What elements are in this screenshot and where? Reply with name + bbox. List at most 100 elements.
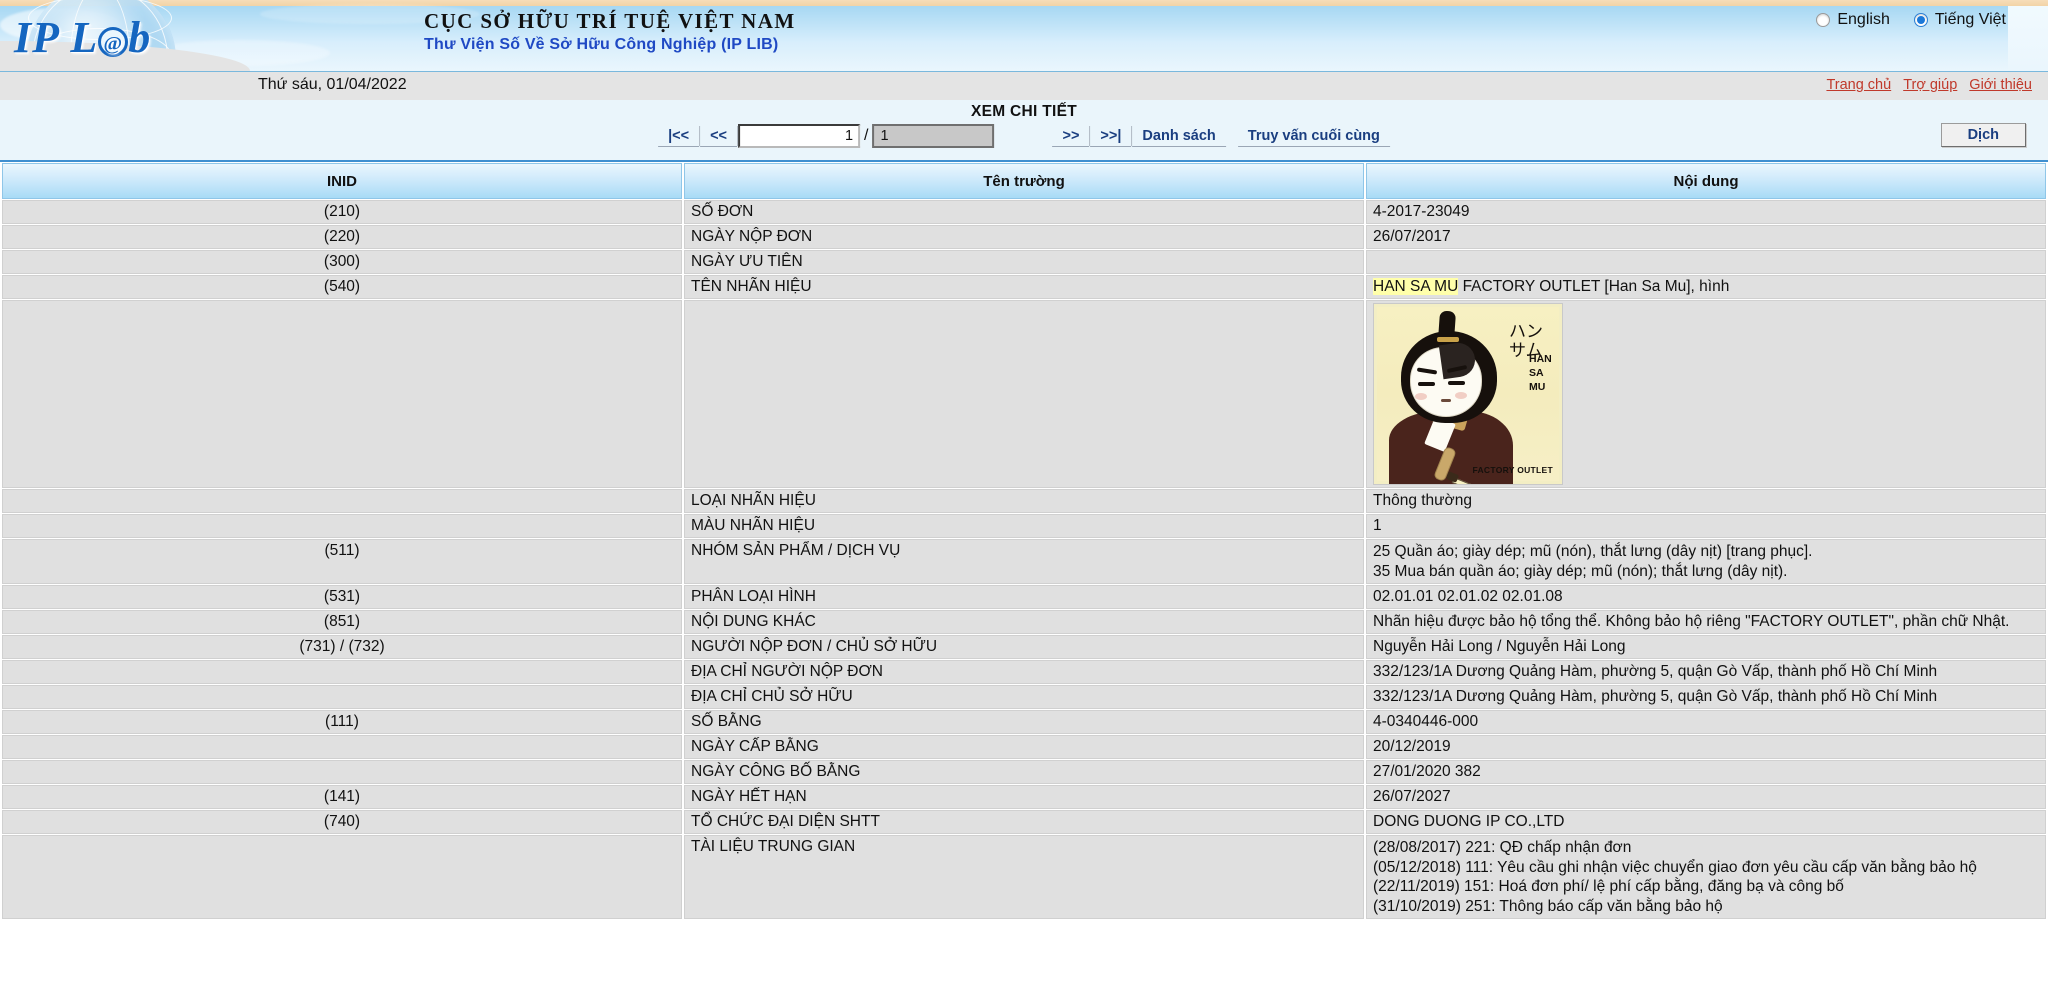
cell-inid: (531)	[2, 585, 682, 609]
content-line: (31/10/2019) 251: Thông báo cấp văn bằng…	[1373, 897, 2039, 917]
cell-inid	[2, 660, 682, 684]
cell-inid: (740)	[2, 810, 682, 834]
page-separator: /	[860, 127, 872, 145]
table-row: (851)NỘI DUNG KHÁCNhãn hiệu được bảo hộ …	[2, 610, 2046, 634]
at-symbol-icon: @	[98, 27, 128, 57]
language-option-vietnamese[interactable]: Tiếng Việt	[1914, 11, 2006, 29]
table-row: (210)SỐ ĐƠN4-2017-23049	[2, 200, 2046, 224]
cell-field-name: NỘI DUNG KHÁC	[684, 610, 1364, 634]
column-header-content: Nội dung	[1366, 163, 2046, 199]
cell-content: DONG DUONG IP CO.,LTD	[1366, 810, 2046, 834]
cell-content: 4-0340446-000	[1366, 710, 2046, 734]
nav-link-home[interactable]: Trang chủ	[1826, 77, 1891, 93]
table-row: (220)NGÀY NỘP ĐƠN26/07/2017	[2, 225, 2046, 249]
cell-inid: (300)	[2, 250, 682, 274]
content-line: (22/11/2019) 151: Hoá đơn phí/ lệ phí cấ…	[1373, 877, 2039, 897]
next-page-button[interactable]: >>	[1052, 126, 1089, 147]
cell-content: (28/08/2017) 221: QĐ chấp nhận đơn(05/12…	[1366, 835, 2046, 919]
radio-english-icon[interactable]	[1816, 13, 1830, 27]
table-row: MÀU NHÃN HIỆU1	[2, 514, 2046, 538]
cell-content: 02.01.01 02.01.02 02.01.08	[1366, 585, 2046, 609]
table-row: (740)TỔ CHỨC ĐẠI DIỆN SHTTDONG DUONG IP …	[2, 810, 2046, 834]
cell-content: 1	[1366, 514, 2046, 538]
table-row: ĐỊA CHỈ CHỦ SỞ HỮU332/123/1A Dương Quảng…	[2, 685, 2046, 709]
nav-links[interactable]: Trang chủ Trợ giúp Giới thiệu	[1826, 77, 2032, 93]
table-row: TÀI LIỆU TRUNG GIAN(28/08/2017) 221: QĐ …	[2, 835, 2046, 919]
trademark-footer-text: FACTORY OUTLET	[1472, 465, 1553, 475]
cell-content: 26/07/2027	[1366, 785, 2046, 809]
cell-field-name: TÀI LIỆU TRUNG GIAN	[684, 835, 1364, 919]
romaji-line: MU	[1529, 381, 1552, 395]
radio-vietnamese-icon[interactable]	[1914, 13, 1928, 27]
samurai-eye-left	[1418, 382, 1435, 386]
prev-page-button[interactable]: <<	[700, 126, 737, 147]
cell-inid	[2, 514, 682, 538]
cell-field-name: ĐỊA CHỈ NGƯỜI NỘP ĐƠN	[684, 660, 1364, 684]
table-row: (731) / (732)NGƯỜI NỘP ĐƠN / CHỦ SỞ HỮUN…	[2, 635, 2046, 659]
cell-field-name: NGƯỜI NỘP ĐƠN / CHỦ SỞ HỮU	[684, 635, 1364, 659]
table-body: (210)SỐ ĐƠN4-2017-23049(220)NGÀY NỘP ĐƠN…	[2, 200, 2046, 919]
cell-content: 4-2017-23049	[1366, 200, 2046, 224]
cell-inid: (511)	[2, 539, 682, 584]
trademark-romaji-text: HANSAMU	[1529, 353, 1552, 395]
translate-button[interactable]: Dịch	[1941, 123, 2026, 147]
last-page-button[interactable]: >>|	[1090, 126, 1131, 147]
cell-field-name: NHÓM SẢN PHẨM / DỊCH VỤ	[684, 539, 1364, 584]
cell-field-name: TỔ CHỨC ĐẠI DIỆN SHTT	[684, 810, 1364, 834]
cell-content: Nhãn hiệu được bảo hộ tổng thể. Không bả…	[1366, 610, 2046, 634]
language-option-english[interactable]: English	[1816, 11, 1889, 29]
header-title-block: CỤC SỞ HỮU TRÍ TUỆ VIỆT NAM Thư Viện Số …	[424, 9, 796, 54]
cell-field-name: MÀU NHÃN HIỆU	[684, 514, 1364, 538]
cell-field-name: TÊN NHÃN HIỆU	[684, 275, 1364, 299]
detail-toolbar: XEM CHI TIẾT |<< << / 1 >> >>| Danh sách…	[0, 100, 2048, 162]
nav-link-about[interactable]: Giới thiệu	[1969, 77, 2032, 93]
page-number-input[interactable]	[738, 124, 860, 148]
cell-inid	[2, 835, 682, 919]
nav-link-help[interactable]: Trợ giúp	[1903, 77, 1957, 93]
content-line: 25 Quần áo; giày dép; mũ (nón), thắt lưn…	[1373, 542, 2039, 562]
cell-inid: (220)	[2, 225, 682, 249]
samurai-cheek-left	[1415, 393, 1427, 400]
highlighted-term: HAN SA MU	[1373, 278, 1458, 295]
table-header-row: INID Tên trường Nội dung	[2, 163, 2046, 199]
table-row: (531)PHÂN LOẠI HÌNH02.01.01 02.01.02 02.…	[2, 585, 2046, 609]
first-page-button[interactable]: |<<	[658, 126, 699, 147]
cell-inid: (851)	[2, 610, 682, 634]
cell-field-name: ĐỊA CHỈ CHỦ SỞ HỮU	[684, 685, 1364, 709]
cell-inid	[2, 685, 682, 709]
page-title: CỤC SỞ HỮU TRÍ TUỆ VIỆT NAM	[424, 9, 796, 34]
trademark-image: ハンサムHANSAMUFACTORY OUTLET	[1373, 303, 1563, 485]
language-selector[interactable]: English Tiếng Việt	[1816, 11, 2006, 29]
detail-table: INID Tên trường Nội dung (210)SỐ ĐƠN4-20…	[0, 162, 2048, 920]
last-query-button[interactable]: Truy vấn cuối cùng	[1238, 126, 1390, 147]
nav-bar: Thứ sáu, 01/04/2022 Trang chủ Trợ giúp G…	[0, 72, 2048, 100]
cell-content: ハンサムHANSAMUFACTORY OUTLET	[1366, 300, 2046, 488]
cell-field-name: PHÂN LOẠI HÌNH	[684, 585, 1364, 609]
cell-inid: (141)	[2, 785, 682, 809]
cell-field-name	[684, 300, 1364, 488]
iplib-logo[interactable]: IP L@b	[14, 12, 151, 63]
content-rest: FACTORY OUTLET [Han Sa Mu], hình	[1458, 278, 1729, 295]
cell-inid	[2, 735, 682, 759]
samurai-cheek-right	[1455, 392, 1467, 399]
cell-content: Thông thường	[1366, 489, 2046, 513]
romaji-line: SA	[1529, 367, 1552, 381]
cell-content: 332/123/1A Dương Quảng Hàm, phường 5, qu…	[1366, 660, 2046, 684]
table-row: (111)SỐ BẰNG4-0340446-000	[2, 710, 2046, 734]
samurai-mouth	[1441, 399, 1451, 402]
current-date: Thứ sáu, 01/04/2022	[258, 76, 407, 94]
content-line: (05/12/2018) 111: Yêu cầu ghi nhận việc …	[1373, 858, 2039, 878]
cell-content: HAN SA MU FACTORY OUTLET [Han Sa Mu], hì…	[1366, 275, 2046, 299]
cell-content	[1366, 250, 2046, 274]
content-line: (28/08/2017) 221: QĐ chấp nhận đơn	[1373, 838, 2039, 858]
pagination-controls[interactable]: |<< << / 1 >> >>| Danh sách Truy vấn cuố…	[658, 124, 1390, 148]
toolbar-title: XEM CHI TIẾT	[0, 103, 2048, 121]
list-button[interactable]: Danh sách	[1132, 126, 1225, 147]
cell-field-name: NGÀY HẾT HẠN	[684, 785, 1364, 809]
cell-field-name: LOẠI NHÃN HIỆU	[684, 489, 1364, 513]
cell-field-name: NGÀY NỘP ĐƠN	[684, 225, 1364, 249]
cell-inid	[2, 300, 682, 488]
header-right-panel	[2008, 6, 2048, 71]
cell-inid: (111)	[2, 710, 682, 734]
page-subtitle: Thư Viện Số Về Sở Hữu Công Nghiệp (IP LI…	[424, 36, 796, 54]
